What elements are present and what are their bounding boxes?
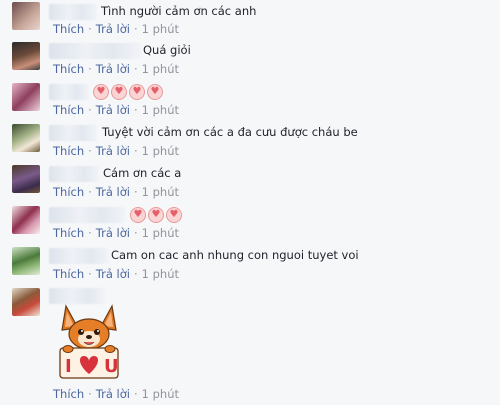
comment-text: Cam on cac anh nhung con nguoi tuyet voi xyxy=(111,248,359,262)
reply-link[interactable]: Trả lời xyxy=(96,387,130,401)
like-link[interactable]: Thích xyxy=(53,387,84,401)
avatar[interactable] xyxy=(12,2,40,30)
comment-text: Tình người cảm ơn các anh xyxy=(101,4,257,18)
heart-icon: ♥ xyxy=(111,84,127,100)
timestamp[interactable]: 1 phút xyxy=(142,103,179,117)
comment-text: Quá giỏi xyxy=(143,43,191,57)
commenter-name-blurred[interactable] xyxy=(49,43,141,59)
heart-emoticons: ♥ ♥ ♥ ♥ xyxy=(93,84,163,100)
like-link[interactable]: Thích xyxy=(53,185,84,199)
timestamp[interactable]: 1 phút xyxy=(142,185,179,199)
comment-text: Cám ơn các a xyxy=(103,166,182,180)
heart-icon: ♥ xyxy=(147,84,163,100)
svg-text:I: I xyxy=(65,356,72,377)
comment-text: Tuyệt vời cảm ơn các a đa cưu được cháu … xyxy=(102,125,358,139)
comment-actions: Thích · Trả lời · 1 phút xyxy=(53,62,179,76)
timestamp[interactable]: 1 phút xyxy=(142,226,179,240)
commenter-name-blurred[interactable] xyxy=(49,84,89,100)
reply-link[interactable]: Trả lời xyxy=(96,226,130,240)
comment-actions: Thích · Trả lời · 1 phút xyxy=(53,103,179,117)
reply-link[interactable]: Trả lời xyxy=(96,62,130,76)
reply-link[interactable]: Trả lời xyxy=(96,267,130,281)
avatar[interactable] xyxy=(12,247,40,275)
avatar[interactable] xyxy=(12,206,40,234)
commenter-name-blurred[interactable] xyxy=(49,166,99,182)
reply-link[interactable]: Trả lời xyxy=(96,103,130,117)
i-love-u-fox-sticker: I U xyxy=(59,304,119,379)
avatar[interactable] xyxy=(12,83,40,111)
heart-icon: ♥ xyxy=(148,207,164,223)
svg-text:U: U xyxy=(104,356,119,377)
commenter-name-blurred[interactable] xyxy=(49,207,125,223)
comment-actions: Thích · Trả lời · 1 phút xyxy=(53,226,179,240)
avatar[interactable] xyxy=(12,42,40,70)
comment-actions: Thích · Trả lời · 1 phút xyxy=(53,22,179,36)
avatar[interactable] xyxy=(12,165,40,193)
like-link[interactable]: Thích xyxy=(53,144,84,158)
timestamp[interactable]: 1 phút xyxy=(142,267,179,281)
commenter-name-blurred[interactable] xyxy=(49,248,109,264)
like-link[interactable]: Thích xyxy=(53,103,84,117)
timestamp[interactable]: 1 phút xyxy=(142,22,179,36)
commenter-name-blurred[interactable] xyxy=(49,4,97,20)
timestamp[interactable]: 1 phút xyxy=(142,144,179,158)
comment-actions: Thích · Trả lời · 1 phút xyxy=(53,267,179,281)
like-link[interactable]: Thích xyxy=(53,22,84,36)
reply-link[interactable]: Trả lời xyxy=(96,22,130,36)
like-link[interactable]: Thích xyxy=(53,226,84,240)
reply-link[interactable]: Trả lời xyxy=(96,144,130,158)
reply-link[interactable]: Trả lời xyxy=(96,185,130,199)
commenter-name-blurred[interactable] xyxy=(49,125,97,141)
comment-actions: Thích · Trả lời · 1 phút xyxy=(53,387,179,401)
heart-icon: ♥ xyxy=(93,84,109,100)
like-link[interactable]: Thích xyxy=(53,267,84,281)
heart-icon: ♥ xyxy=(166,207,182,223)
avatar[interactable] xyxy=(12,288,40,316)
timestamp[interactable]: 1 phút xyxy=(142,62,179,76)
timestamp[interactable]: 1 phút xyxy=(142,387,179,401)
avatar[interactable] xyxy=(12,124,40,152)
heart-emoticons: ♥ ♥ ♥ xyxy=(130,207,182,223)
comment-actions: Thích · Trả lời · 1 phút xyxy=(53,144,179,158)
comment-actions: Thích · Trả lời · 1 phút xyxy=(53,185,179,199)
heart-icon: ♥ xyxy=(130,207,146,223)
like-link[interactable]: Thích xyxy=(53,62,84,76)
heart-icon: ♥ xyxy=(129,84,145,100)
